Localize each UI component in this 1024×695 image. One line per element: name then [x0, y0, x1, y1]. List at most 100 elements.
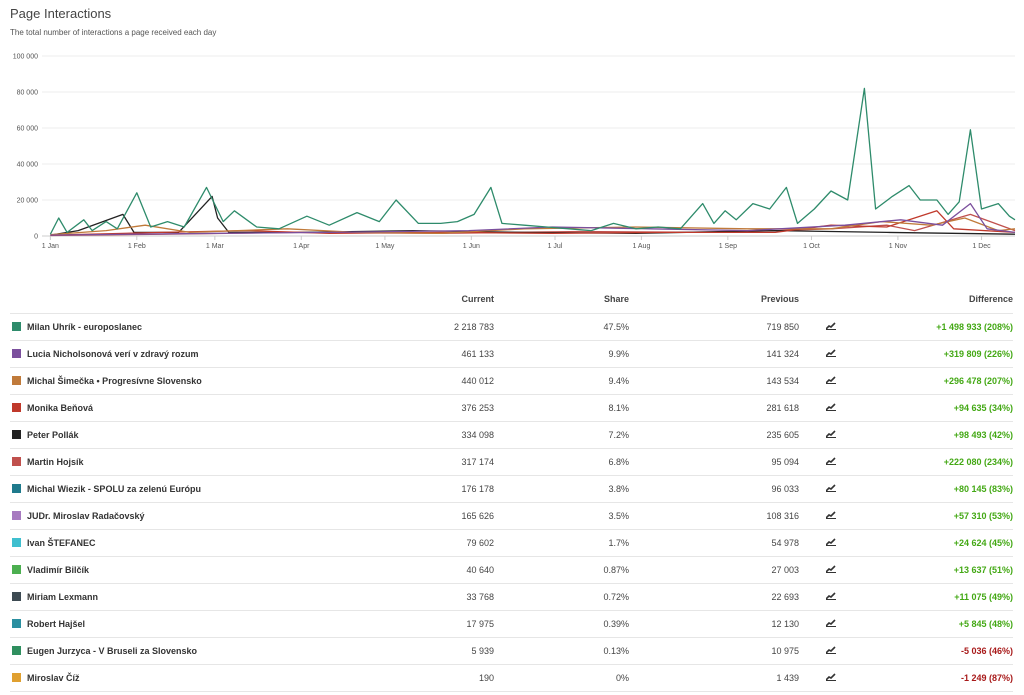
table-row[interactable]: Milan Uhrík - europoslanec 2 218 783 47.5%… [10, 312, 1013, 340]
trend-cell [799, 339, 863, 367]
series-color-swatch [12, 673, 21, 682]
page-name[interactable]: Lucia Nicholsonová verí v zdravý rozum [10, 349, 370, 359]
trend-chart-icon[interactable] [826, 348, 836, 357]
page-name-label: JUDr. Miroslav Radačovský [27, 510, 145, 521]
trend-chart-icon[interactable] [826, 591, 836, 600]
current-value: 33 768 [370, 582, 494, 610]
table-row[interactable]: Lucia Nicholsonová verí v zdravý rozum 46… [10, 339, 1013, 367]
difference-value: +98 493 (42%) [863, 420, 1013, 448]
previous-value: 143 534 [629, 366, 799, 394]
page-name-label: Miroslav Číž [27, 672, 80, 683]
page-name[interactable]: Vladimír Bilčík [10, 565, 370, 575]
row-name-cell: Eugen Jurzyca - V Bruseli za Slovensko [10, 636, 370, 664]
previous-value: 22 693 [629, 582, 799, 610]
trend-chart-icon[interactable] [826, 402, 836, 411]
share-value: 0.87% [494, 555, 629, 583]
difference-value: +13 637 (51%) [863, 555, 1013, 583]
header-previous[interactable]: Previous [629, 286, 799, 313]
page-name[interactable]: Michal Šimečka • Progresívne Slovensko [10, 376, 370, 386]
row-name-cell: Lucia Nicholsonová verí v zdravý rozum [10, 339, 370, 367]
difference-value: -5 036 (46%) [863, 636, 1013, 664]
page-name-label: Michal Šimečka • Progresívne Slovensko [27, 375, 202, 386]
header-name [10, 286, 370, 313]
page-name[interactable]: Robert Hajšel [10, 619, 370, 629]
table-row[interactable]: Monika Beňová 376 253 8.1% 281 618 +94 635 (… [10, 393, 1013, 421]
page-name[interactable]: Monika Beňová [10, 403, 370, 413]
previous-value: 1 439 [629, 663, 799, 692]
table-row[interactable]: Robert Hajšel 17 975 0.39% 12 130 +5 845 (48… [10, 609, 1013, 637]
current-value: 176 178 [370, 474, 494, 502]
x-tick-label: 1 Oct [803, 243, 820, 250]
table-row[interactable]: Martin Hojsík 317 174 6.8% 95 094 +222 080 (… [10, 447, 1013, 475]
page-name-label: Martin Hojsík [27, 456, 84, 467]
share-value: 7.2% [494, 420, 629, 448]
difference-value: +57 310 (53%) [863, 501, 1013, 529]
series-color-swatch [12, 511, 21, 520]
page-name[interactable]: Michal Wiezik - SPOLU za zelenú Európu [10, 484, 370, 494]
trend-chart-icon[interactable] [826, 456, 836, 465]
row-name-cell: Martin Hojsík [10, 447, 370, 475]
x-tick-label: 1 Dec [972, 243, 991, 250]
trend-cell [799, 555, 863, 583]
table-row[interactable]: Eugen Jurzyca - V Bruseli za Slovensko 5 … [10, 636, 1013, 664]
share-value: 0.72% [494, 582, 629, 610]
page-name[interactable]: Martin Hojsík [10, 457, 370, 467]
header-current[interactable]: Current [370, 286, 494, 313]
chart-subtitle: The total number of interactions a page … [10, 28, 217, 37]
trend-chart-icon[interactable] [826, 510, 836, 519]
trend-cell [799, 663, 863, 692]
series-lines [49, 87, 1016, 237]
table-row[interactable]: Vladimír Bilčík 40 640 0.87% 27 003 +13 637 … [10, 555, 1013, 583]
series-line[interactable] [49, 87, 1016, 235]
current-value: 79 602 [370, 528, 494, 556]
page-name[interactable]: Milan Uhrík - europoslanec [10, 322, 370, 332]
trend-chart-icon[interactable] [826, 483, 836, 492]
trend-chart-icon[interactable] [826, 375, 836, 384]
trend-cell [799, 528, 863, 556]
page-name[interactable]: Peter Pollák [10, 430, 370, 440]
x-axis-ticks: 1 Jan 1 Feb 1 Mar 1 Apr 1 May 1 Jun 1 Jul 1 Aug… [42, 236, 991, 250]
trend-cell [799, 636, 863, 664]
page-name[interactable]: Eugen Jurzyca - V Bruseli za Slovensko [10, 646, 370, 656]
page-name[interactable]: Ivan ŠTEFANEC [10, 538, 370, 548]
page-name[interactable]: Miroslav Číž [10, 673, 370, 683]
current-value: 165 626 [370, 501, 494, 529]
y-tick-label: 80 000 [17, 90, 39, 97]
difference-value: +94 635 (34%) [863, 393, 1013, 421]
trend-cell [799, 474, 863, 502]
series-color-swatch [12, 538, 21, 547]
current-value: 461 133 [370, 339, 494, 367]
page-name[interactable]: JUDr. Miroslav Radačovský [10, 511, 370, 521]
trend-chart-icon[interactable] [826, 564, 836, 573]
share-value: 47.5% [494, 312, 629, 340]
table-row[interactable]: Miriam Lexmann 33 768 0.72% 22 693 +11 075 (… [10, 582, 1013, 610]
header-trend [799, 286, 863, 313]
table-row[interactable]: JUDr. Miroslav Radačovský 165 626 3.5% 108 … [10, 501, 1013, 529]
current-value: 5 939 [370, 636, 494, 664]
trend-chart-icon[interactable] [826, 321, 836, 330]
trend-chart-icon[interactable] [826, 618, 836, 627]
table-row[interactable]: Peter Pollák 334 098 7.2% 235 605 +98 493 (4… [10, 420, 1013, 448]
page-name-label: Michal Wiezik - SPOLU za zelenú Európu [27, 483, 201, 494]
share-value: 3.5% [494, 501, 629, 529]
y-tick-label: 0 [34, 234, 38, 241]
page-name-label: Miriam Lexmann [27, 591, 99, 602]
trend-chart-icon[interactable] [826, 537, 836, 546]
previous-value: 281 618 [629, 393, 799, 421]
page-name-label: Robert Hajšel [27, 618, 86, 629]
x-tick-label: 1 Feb [128, 243, 146, 250]
table-row[interactable]: Ivan ŠTEFANEC 79 602 1.7% 54 978 +24 624 (45… [10, 528, 1013, 556]
trend-chart-icon[interactable] [826, 672, 836, 681]
table-row[interactable]: Michal Šimečka • Progresívne Slovensko 44… [10, 366, 1013, 394]
row-name-cell: JUDr. Miroslav Radačovský [10, 501, 370, 529]
header-share[interactable]: Share [494, 286, 629, 313]
table-row[interactable]: Miroslav Číž 190 0% 1 439 -1 249 (87%) [10, 663, 1013, 692]
table-row[interactable]: Michal Wiezik - SPOLU za zelenú Európu 17… [10, 474, 1013, 502]
page-name[interactable]: Miriam Lexmann [10, 592, 370, 602]
trend-chart-icon[interactable] [826, 429, 836, 438]
trend-cell [799, 393, 863, 421]
header-difference[interactable]: Difference [863, 286, 1013, 313]
trend-chart-icon[interactable] [826, 645, 836, 654]
series-color-swatch [12, 403, 21, 412]
current-value: 440 012 [370, 366, 494, 394]
